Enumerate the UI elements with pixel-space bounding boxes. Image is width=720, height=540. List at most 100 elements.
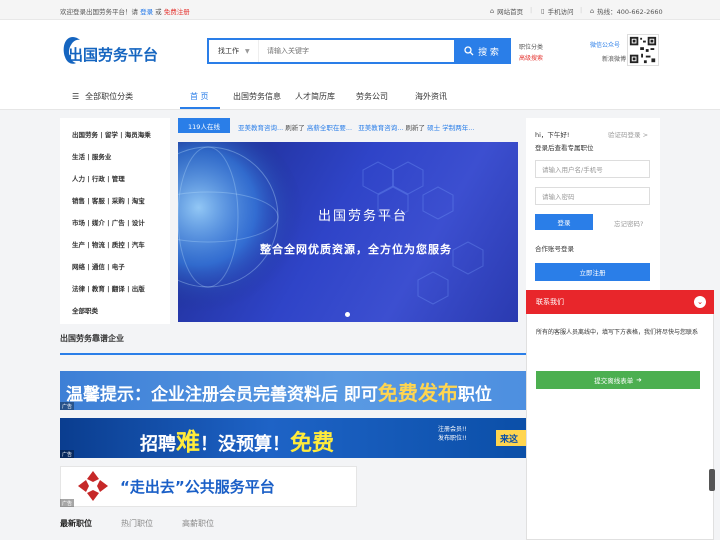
ad1-text: 温馨提示：企业注册会员完善资料后 即可免费发布职位 xyxy=(66,377,492,406)
submit-offline-form-button[interactable]: 提交离线表单 ➔ xyxy=(536,371,700,389)
search-type-select[interactable]: 找工作 ▼ xyxy=(209,40,259,62)
divider: | xyxy=(580,6,583,14)
username-input[interactable]: 请输入用户名/手机号 xyxy=(535,160,650,178)
hotline-label: 热线：400-662-2660 xyxy=(597,8,663,16)
welcome-label: 欢迎登录出国劳务平台！请 xyxy=(60,8,138,16)
globe-illustration xyxy=(178,142,484,312)
nav-overseas-news[interactable]: 海外资讯 xyxy=(415,91,447,102)
search-button[interactable]: 搜 索 xyxy=(454,40,509,62)
going-out-logo-icon xyxy=(78,471,108,501)
hotline: ⌂ 热线：400-662-2660 xyxy=(590,6,663,16)
ticker-company[interactable]: 亚美教育咨询... xyxy=(358,124,403,132)
divider: | xyxy=(530,6,533,14)
submit-label: 提交离线表单 xyxy=(594,377,634,385)
search-input[interactable] xyxy=(259,40,454,62)
house-icon: ⌂ xyxy=(590,7,595,15)
ticker-job[interactable]: 硕士 学制两年... xyxy=(427,124,474,132)
or-label: 或 xyxy=(155,8,162,16)
nav-labor-info[interactable]: 出国劳务信息 xyxy=(233,91,281,102)
category-item[interactable]: 市场 | 媒介 | 广告 | 设计 xyxy=(72,217,145,227)
category-item[interactable]: 生产 | 物流 | 质控 | 汽车 xyxy=(72,239,145,249)
online-count: 119人在线 xyxy=(188,122,220,131)
nav-labor-companies[interactable]: 劳务公司 xyxy=(356,91,388,102)
register-button[interactable]: 立即注册 xyxy=(535,263,650,281)
password-placeholder: 请输入密码 xyxy=(542,193,575,201)
login-hint: 登录后查看专属职位 xyxy=(535,144,594,152)
search-bar: 找工作 ▼ 搜 索 xyxy=(207,38,511,64)
advanced-search-link[interactable]: 高级搜索 xyxy=(519,53,543,62)
ad-label: 广告 xyxy=(60,499,74,507)
carousel-dot[interactable] xyxy=(345,312,350,317)
ad2-small-line2: 发布职位!! xyxy=(438,435,467,442)
category-item[interactable]: 出国劳务 | 留学 | 海员海乘 xyxy=(72,129,151,139)
partner-login-label: 合作账号登录 xyxy=(535,245,574,253)
ad1-prefix: 温馨提示：企业注册会员完善资料后 即可 xyxy=(66,385,378,405)
category-item[interactable]: 生活 | 服务业 xyxy=(72,151,111,161)
banner-subtitle: 整合全网优质资源，全方位为您服务 xyxy=(260,243,452,256)
category-item[interactable]: 网络 | 通信 | 电子 xyxy=(72,261,125,271)
search-icon xyxy=(464,46,474,56)
username-placeholder: 请输入用户名/手机号 xyxy=(542,166,603,174)
wechat-link[interactable]: 微信公众号 xyxy=(590,40,620,49)
mobile-label: 手机访问 xyxy=(547,8,574,16)
ad1-highlight: 免费发布 xyxy=(377,381,458,405)
login-button-label: 登录 xyxy=(557,219,571,227)
ticker-action: 刷新了 xyxy=(405,124,426,132)
ad3-text: “走出去”公共服务平台 xyxy=(120,478,275,496)
ticker-company[interactable]: 亚美教育咨询... xyxy=(238,124,283,132)
category-item-all[interactable]: 全部职类 xyxy=(72,305,98,315)
home-link[interactable]: ⌂ 网站首页 xyxy=(490,6,523,16)
tab-high-salary-jobs[interactable]: 高薪职位 xyxy=(182,518,214,529)
home-icon: ⌂ xyxy=(490,7,495,15)
register-button-label: 立即注册 xyxy=(579,269,606,277)
online-count-badge: 119人在线 xyxy=(178,118,230,133)
qr-code-icon xyxy=(627,34,659,66)
mobile-link[interactable]: ▯ 手机访问 xyxy=(541,6,574,16)
all-categories-label: 全部职位分类 xyxy=(85,92,134,101)
tab-hot-jobs[interactable]: 热门职位 xyxy=(121,518,153,529)
category-item[interactable]: 销售 | 客服 | 采购 | 淘宝 xyxy=(72,195,145,205)
contact-header[interactable]: 联系我们 xyxy=(526,290,714,314)
ad2-highlight-hard: 难 xyxy=(176,428,200,456)
ad-label: 广告 xyxy=(60,402,74,410)
nav-active-indicator xyxy=(180,107,220,109)
search-type-label: 找工作 xyxy=(218,47,239,55)
ad2-mid: ！没预算！ xyxy=(200,434,290,455)
mobile-icon: ▯ xyxy=(541,7,545,15)
logo-text[interactable]: 出国劳务平台 xyxy=(68,44,158,65)
hero-banner[interactable] xyxy=(178,142,518,322)
section-title: 出国劳务靠谱企业 xyxy=(60,334,124,343)
password-input[interactable]: 请输入密码 xyxy=(535,187,650,205)
ticker-action: 刷新了 xyxy=(285,124,305,132)
forgot-password-link[interactable]: 忘记密码? xyxy=(614,218,643,228)
all-categories-menu[interactable]: ☰ 全部职位分类 xyxy=(72,91,133,102)
ad2-text: 招聘难！没预算！免费 xyxy=(140,422,334,457)
caret-down-icon: ▼ xyxy=(245,47,250,55)
tab-latest-jobs[interactable]: 最新职位 xyxy=(60,518,92,529)
contact-title: 联系我们 xyxy=(536,298,564,306)
nav-home[interactable]: 首 页 xyxy=(190,91,209,102)
ad1-suffix: 职位 xyxy=(457,385,492,405)
register-link[interactable]: 免费注册 xyxy=(164,8,190,16)
verify-code-login-link[interactable]: 验证码登录 > xyxy=(608,129,648,139)
activity-ticker: 亚美教育咨询... 刷新了 高薪全职在要... 亚美教育咨询... 刷新了 硕士… xyxy=(238,122,474,132)
ticker-job[interactable]: 高薪全职在要... xyxy=(307,124,352,132)
collapse-icon[interactable]: ⌄ xyxy=(694,296,706,308)
category-item[interactable]: 法律 | 教育 | 翻译 | 出版 xyxy=(72,283,145,293)
ad2-prefix: 招聘 xyxy=(140,434,176,455)
weibo-link[interactable]: 新浪微博 xyxy=(602,54,626,63)
category-item[interactable]: 人力 | 行政 | 管理 xyxy=(72,173,125,183)
job-category-link[interactable]: 职位分类 xyxy=(519,42,543,51)
search-button-label: 搜 索 xyxy=(478,47,499,58)
scrollbar-thumb[interactable] xyxy=(709,469,715,491)
ad2-small-text: 注册会员!! 发布职位!! xyxy=(438,425,467,443)
contact-message: 所有的客服人员离线中，填写下方表格，我们将尽快与您联系 xyxy=(536,329,699,336)
ad-label: 广告 xyxy=(60,450,74,458)
ad2-cta[interactable]: 来这 xyxy=(496,430,530,446)
login-link[interactable]: 登录 xyxy=(140,8,153,16)
banner-title: 出国劳务平台 xyxy=(318,209,409,224)
top-bar: 欢迎登录出国劳务平台！请 登录 或 免费注册 ⌂ 网站首页 | ▯ 手机访问 | ⌂… xyxy=(0,0,720,20)
login-button[interactable]: 登录 xyxy=(535,214,593,230)
arrow-right-icon: ➔ xyxy=(636,376,642,384)
nav-resume-library[interactable]: 人才简历库 xyxy=(295,91,335,102)
